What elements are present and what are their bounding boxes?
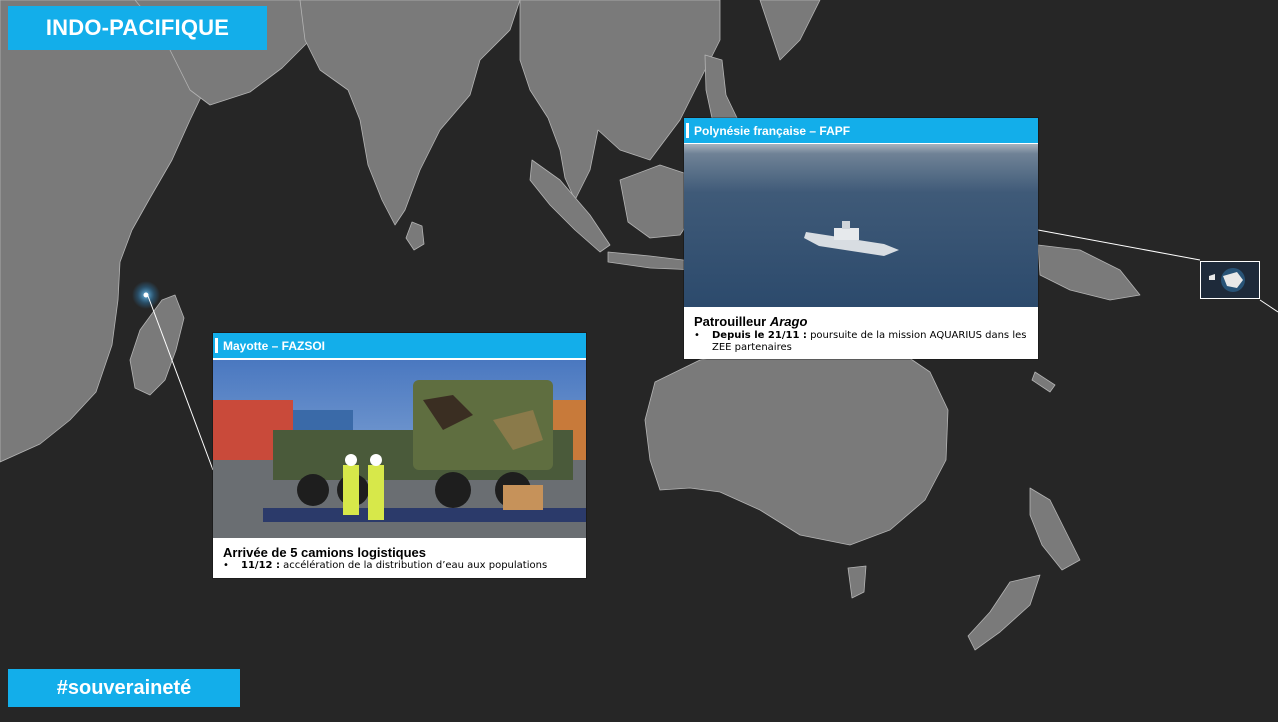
mayotte-card-bullet: • 11/12 : accélération de la distribution…: [223, 560, 581, 572]
region-title-badge: INDO-PACIFIQUE: [8, 6, 267, 50]
polynesie-card-bullet: • Depuis le 21/11 : poursuite de la missi…: [694, 330, 1034, 354]
polynesie-card-header: Polynésie française – FAPF: [684, 118, 1038, 143]
japan-landmass: [759, 0, 821, 61]
patrol-ship-photo: [684, 144, 1038, 307]
tahiti-island-icon: [1209, 268, 1245, 292]
polynesia-inset-box: [1200, 261, 1260, 299]
tasmania-landmass: [847, 565, 867, 599]
region-title-text: INDO-PACIFIQUE: [45, 15, 230, 40]
hashtag-badge: #souveraineté: [8, 669, 240, 707]
mayotte-card: Mayotte – FAZSOI Arrivée de 5 camions lo…: [213, 333, 586, 578]
inset-edge-line: [1259, 299, 1278, 313]
new-guinea-landmass: [1037, 244, 1141, 301]
indo-pacific-map: [0, 0, 1278, 651]
new-caledonia-landmass: [1031, 371, 1056, 393]
military-trucks-photo: [213, 360, 586, 538]
bullet-icon: •: [694, 330, 700, 341]
mayotte-bullet-date: 11/12 :: [241, 560, 280, 571]
india-landmass: [299, 0, 521, 226]
sri-lanka-landmass: [405, 221, 425, 251]
polynesie-ship-name: Arago: [769, 314, 808, 329]
mayotte-card-header: Mayotte – FAZSOI: [213, 333, 586, 358]
polynesie-card: Polynésie française – FAPF Patrouilleur …: [684, 118, 1038, 359]
new-zealand-north-landmass: [1029, 487, 1081, 571]
bullet-icon: •: [223, 560, 229, 571]
mayotte-bullet-text: accélération de la distribution d’eau au…: [279, 560, 548, 571]
africa-landmass: [0, 0, 203, 463]
polynesie-card-title: Patrouilleur Arago: [694, 314, 807, 329]
polynesie-bullet-date: Depuis le 21/11 :: [712, 330, 807, 341]
madagascar-landmass: [129, 294, 185, 396]
mayotte-card-title: Arrivée de 5 camions logistiques: [223, 545, 427, 560]
polynesie-title-prefix: Patrouilleur: [694, 314, 770, 329]
hashtag-text: #souveraineté: [56, 676, 192, 699]
new-zealand-south-landmass: [967, 574, 1041, 651]
